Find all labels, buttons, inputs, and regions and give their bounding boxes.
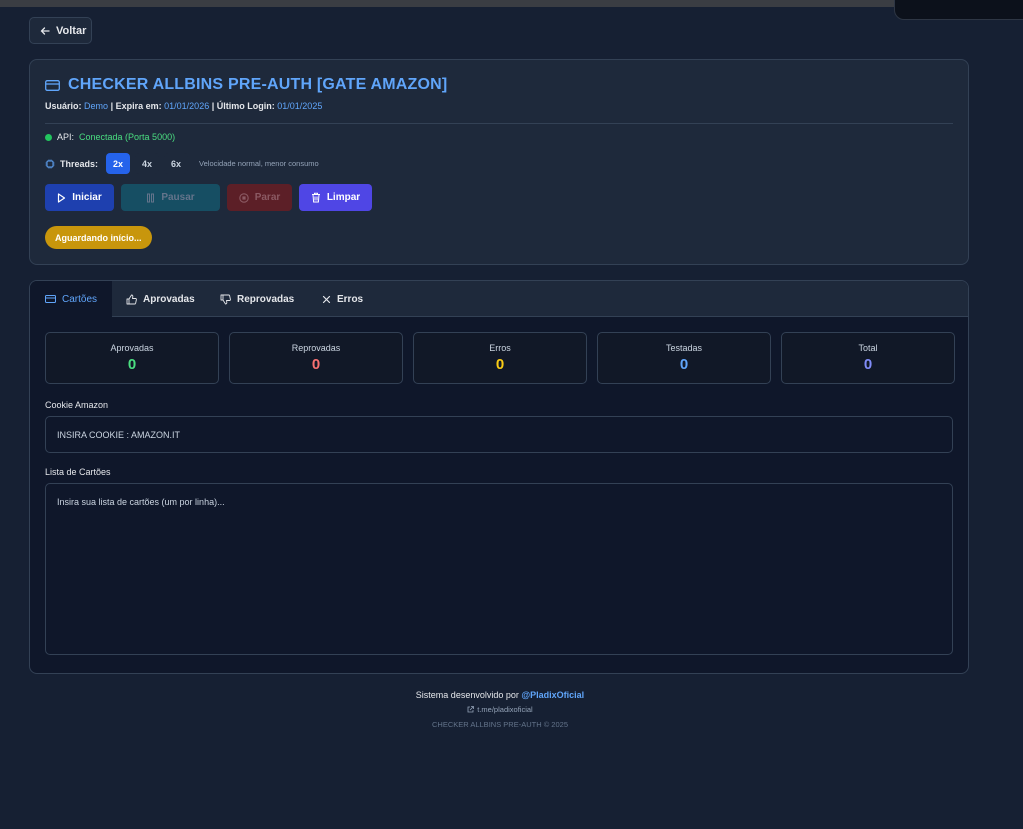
stop-button[interactable]: Parar <box>227 184 292 211</box>
threads-hint: Velocidade normal, menor consumo <box>199 159 319 168</box>
cpu-icon <box>45 159 55 169</box>
pause-label: Pausar <box>161 192 195 203</box>
footer-dev-text: Sistema desenvolvido por <box>415 690 519 700</box>
play-icon <box>57 192 66 203</box>
tab-aprovadas[interactable]: Aprovadas <box>112 281 207 317</box>
tab-label: Cartões <box>62 293 98 305</box>
tab-label: Erros <box>337 293 364 305</box>
checker-card: CHECKER ALLBINS PRE-AUTH [GATE AMAZON] U… <box>29 59 969 265</box>
footer-copyright: CHECKER ALLBINS PRE-AUTH © 2025 <box>432 720 568 729</box>
stat-aprovadas: Aprovadas 0 <box>45 332 219 384</box>
cards-placeholder: Insira sua lista de cartões (um por linh… <box>57 497 225 507</box>
card-icon <box>45 79 60 91</box>
thread-option-4x[interactable]: 4x <box>135 153 160 174</box>
threads-row: Threads: 2x 4x 6x Velocidade normal, men… <box>45 153 319 174</box>
cards-label: Lista de Cartões <box>45 467 111 477</box>
back-label: Voltar <box>56 24 87 37</box>
pause-button[interactable]: Pausar <box>121 184 220 211</box>
thumbs-down-icon <box>220 294 231 305</box>
user-label: Usuário: <box>45 101 82 111</box>
last-login-value: 01/01/2025 <box>277 101 323 111</box>
back-button[interactable]: Voltar <box>29 17 92 44</box>
tab-cartoes[interactable]: Cartões <box>30 281 112 317</box>
meta-separator: | <box>211 101 215 111</box>
tab-bar: Cartões Aprovadas Reprovadas Erros <box>30 281 968 317</box>
footer-link-text: t.me/pladixoficial <box>477 705 533 714</box>
stat-erros: Erros 0 <box>413 332 587 384</box>
stat-value: 0 <box>311 356 321 373</box>
arrow-left-icon <box>40 26 50 36</box>
tab-erros[interactable]: Erros <box>307 281 375 317</box>
clear-label: Limpar <box>326 192 361 203</box>
stat-label: Erros <box>489 343 511 353</box>
stat-label: Reprovadas <box>291 343 341 353</box>
cookie-input[interactable]: INSIRA COOKIE : AMAZON.IT <box>45 416 953 453</box>
browser-top-bar <box>0 0 1023 7</box>
thread-option-6x[interactable]: 6x <box>164 153 189 174</box>
stop-label: Parar <box>254 192 281 203</box>
external-link-icon <box>467 706 475 713</box>
results-panel: Cartões Aprovadas Reprovadas Erros Aprov… <box>29 280 969 674</box>
start-label: Iniciar <box>72 192 102 203</box>
last-login-label: Último Login: <box>216 101 275 111</box>
stat-reprovadas: Reprovadas 0 <box>229 332 403 384</box>
thumbs-up-icon <box>126 294 137 305</box>
expires-value: 01/01/2026 <box>164 101 210 111</box>
stat-value: 0 <box>495 356 505 373</box>
stat-testadas: Testadas 0 <box>597 332 771 384</box>
footer-link[interactable]: t.me/pladixoficial <box>0 705 1000 714</box>
expires-label: Expira em: <box>115 101 162 111</box>
stat-value: 0 <box>679 356 689 373</box>
user-meta: Usuário: Demo | Expira em: 01/01/2026 | … <box>45 101 322 111</box>
tab-reprovadas[interactable]: Reprovadas <box>207 281 307 317</box>
stop-circle-icon <box>238 192 249 203</box>
pause-icon <box>146 193 155 203</box>
footer-dev-handle[interactable]: @PladixOficial <box>521 690 584 700</box>
cookie-placeholder: INSIRA COOKIE : AMAZON.IT <box>57 429 181 440</box>
thread-option-2x[interactable]: 2x <box>106 153 131 174</box>
stat-label: Total <box>858 343 878 353</box>
api-status-row: API: Conectada (Porta 5000) <box>45 132 175 142</box>
user-value: Demo <box>84 101 109 111</box>
cards-textarea[interactable]: Insira sua lista de cartões (um por linh… <box>45 483 953 655</box>
footer-credit: Sistema desenvolvido por @PladixOficial <box>0 690 1000 700</box>
start-button[interactable]: Iniciar <box>45 184 114 211</box>
close-icon <box>322 295 331 304</box>
stats-row: Aprovadas 0 Reprovadas 0 Erros 0 Testada… <box>45 332 955 384</box>
page-title: CHECKER ALLBINS PRE-AUTH [GATE AMAZON] <box>68 76 448 93</box>
api-status-dot <box>45 133 52 141</box>
action-buttons: Iniciar Pausar Parar Limpar <box>45 184 372 211</box>
stat-value: 0 <box>127 356 137 373</box>
stat-value: 0 <box>863 356 873 373</box>
meta-separator: | <box>110 101 114 111</box>
divider <box>45 123 953 124</box>
stat-total: Total 0 <box>781 332 955 384</box>
api-label: API: <box>57 132 75 142</box>
clear-button[interactable]: Limpar <box>299 184 372 211</box>
card-icon <box>45 295 56 303</box>
status-badge: Aguardando início... <box>45 226 152 249</box>
window-corner-overlay <box>894 0 1023 20</box>
threads-label: Threads: <box>60 158 99 169</box>
trash-icon <box>311 192 321 203</box>
api-status-text: Conectada (Porta 5000) <box>79 132 176 142</box>
stat-label: Aprovadas <box>110 343 154 353</box>
tab-label: Aprovadas <box>143 293 195 305</box>
cookie-label: Cookie Amazon <box>45 400 109 410</box>
tab-label: Reprovadas <box>237 293 295 305</box>
stat-label: Testadas <box>665 343 703 353</box>
